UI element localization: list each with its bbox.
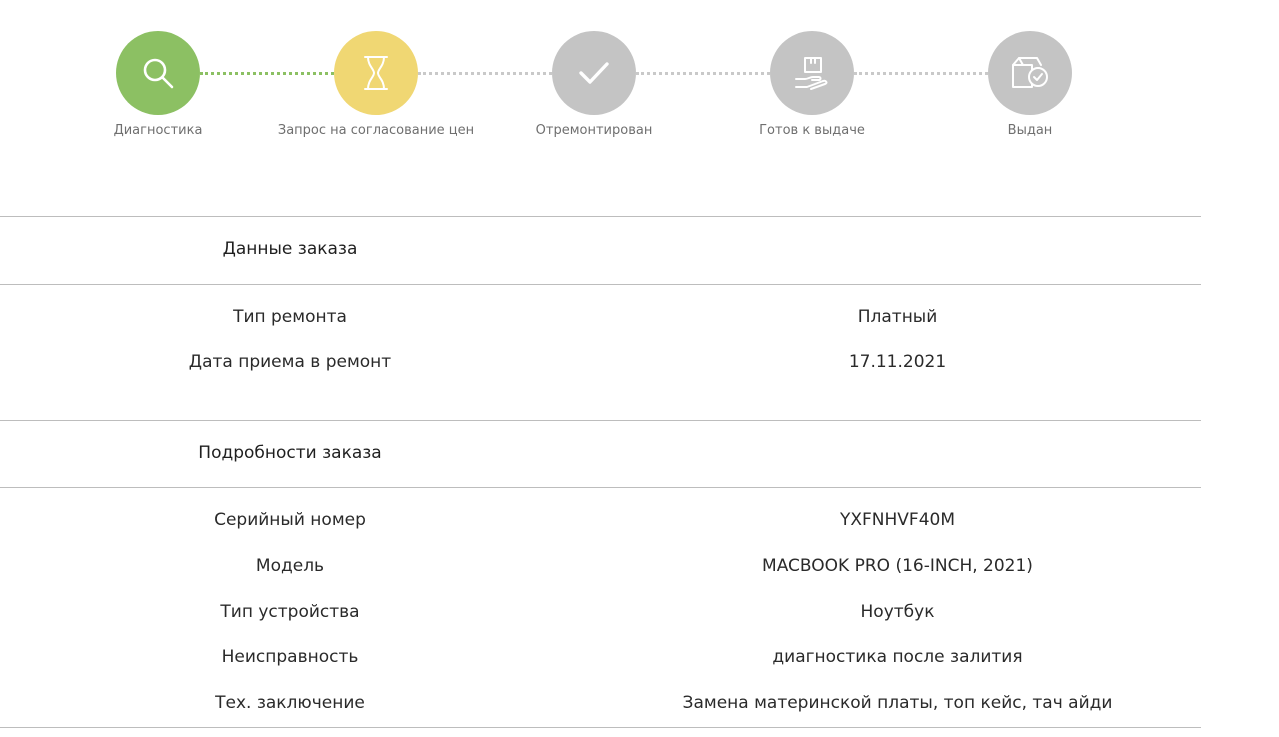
order-details-row-fault: Неисправность диагностика после залития	[0, 647, 1201, 671]
row-value: Ноутбук	[860, 602, 935, 622]
section-divider	[0, 487, 1201, 488]
row-label: Дата приема в ремонт	[188, 352, 392, 372]
status-step-label: Выдан	[1007, 123, 1053, 138]
status-step-circle	[116, 31, 200, 115]
status-step-ready-for-pickup: Готов к выдаче	[712, 31, 912, 138]
order-details-row-device-type: Тип устройства Ноутбук	[0, 602, 1201, 626]
row-value: Замена материнской платы, топ кейс, тач …	[682, 693, 1113, 713]
row-label: Серийный номер	[214, 510, 366, 530]
status-step-circle	[552, 31, 636, 115]
row-label: Модель	[255, 556, 325, 576]
status-step-circle	[334, 31, 418, 115]
order-details-row-tech-conclusion: Тех. заключение Замена материнской платы…	[0, 693, 1201, 717]
status-step-label: Диагностика	[113, 123, 203, 138]
row-value: 17.11.2021	[848, 352, 947, 372]
order-data-row-repair-type: Тип ремонта Платный	[0, 307, 1201, 331]
section-divider	[0, 284, 1201, 285]
row-value: Платный	[857, 307, 938, 327]
hourglass-icon	[361, 54, 391, 92]
status-step-label: Запрос на согласование цен	[277, 123, 475, 138]
section-divider	[0, 420, 1201, 421]
row-label: Неисправность	[221, 647, 359, 667]
repair-status-tracker: Диагностика Запрос на согласование цен О…	[0, 0, 1279, 160]
status-step-label: Готов к выдаче	[759, 123, 865, 138]
row-value: YXFNHVF40M	[839, 510, 955, 530]
hand-box-icon	[793, 55, 831, 91]
order-details-row-model: Модель MACBOOK PRO (16-INCH, 2021)	[0, 556, 1201, 580]
section-divider	[0, 216, 1201, 217]
status-step-label: Отремонтирован	[535, 123, 653, 138]
status-step-diagnostics: Диагностика	[58, 31, 258, 138]
status-step-circle	[988, 31, 1072, 115]
order-data-row-intake-date: Дата приема в ремонт 17.11.2021	[0, 352, 1201, 376]
row-value: диагностика после залития	[772, 647, 1023, 667]
row-label: Тех. заключение	[215, 693, 365, 713]
status-step-price-approval: Запрос на согласование цен	[276, 31, 476, 138]
check-icon	[578, 60, 610, 86]
status-step-repaired: Отремонтирован	[494, 31, 694, 138]
row-value: MACBOOK PRO (16-INCH, 2021)	[762, 556, 1033, 576]
status-step-circle	[770, 31, 854, 115]
row-label: Тип ремонта	[233, 307, 347, 327]
row-label: Тип устройства	[220, 602, 360, 622]
search-icon	[141, 56, 175, 90]
status-step-issued: Выдан	[930, 31, 1130, 138]
section-divider	[0, 727, 1201, 728]
order-details-title: Подробности заказа	[198, 443, 382, 463]
order-data-title: Данные заказа	[222, 239, 358, 259]
order-details-row-serial: Серийный номер YXFNHVF40M	[0, 510, 1201, 534]
box-check-icon	[1010, 55, 1050, 91]
